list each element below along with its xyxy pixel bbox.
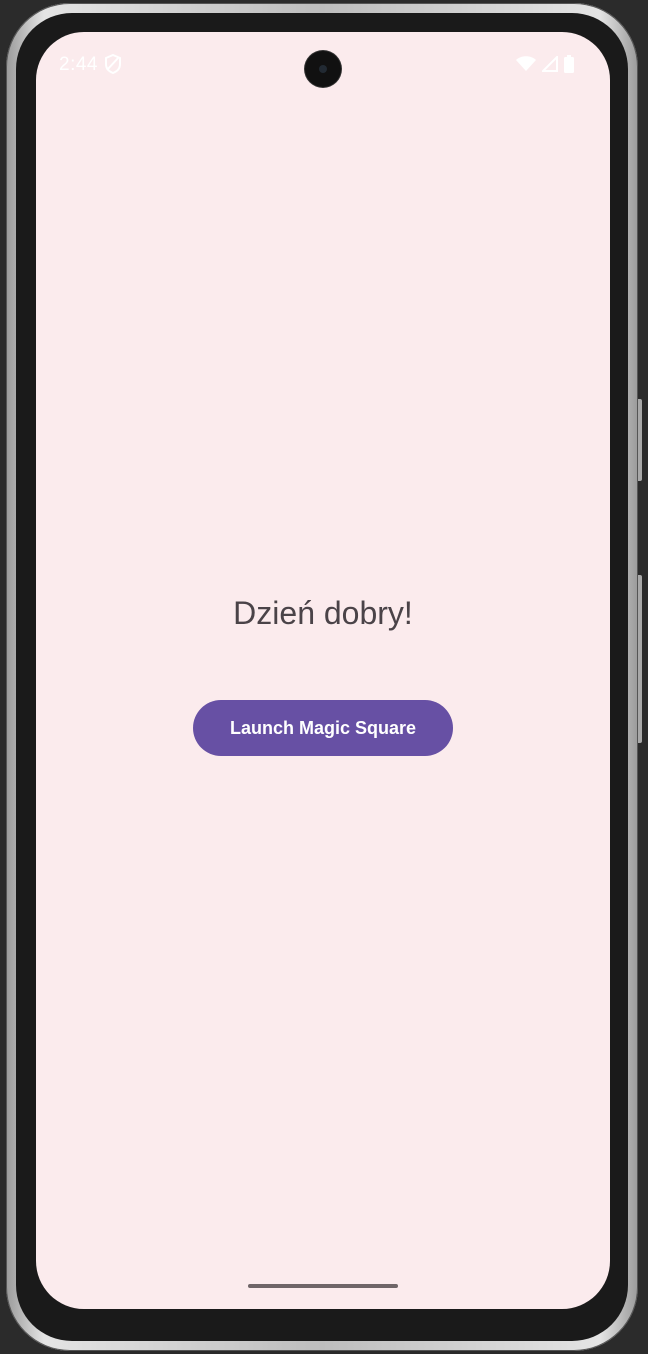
status-icons	[516, 55, 574, 73]
launch-magic-square-button[interactable]: Launch Magic Square	[193, 700, 453, 756]
battery-icon	[564, 55, 574, 73]
power-key	[638, 575, 642, 743]
greeting-text: Dzień dobry!	[233, 595, 413, 631]
volume-key	[638, 399, 642, 481]
status-time: 2:44	[59, 54, 98, 75]
navigation-handle[interactable]	[248, 1284, 398, 1288]
device-bezel: 2:44 Dzień dobry! Launch Magic Square	[16, 13, 628, 1341]
signal-icon	[542, 56, 558, 72]
app-screen: 2:44 Dzień dobry! Launch Magic Square	[36, 32, 610, 1309]
front-camera	[305, 51, 341, 87]
shield-icon	[105, 54, 121, 74]
device-frame: 2:44 Dzień dobry! Launch Magic Square	[6, 3, 642, 1351]
wifi-icon	[516, 56, 536, 71]
